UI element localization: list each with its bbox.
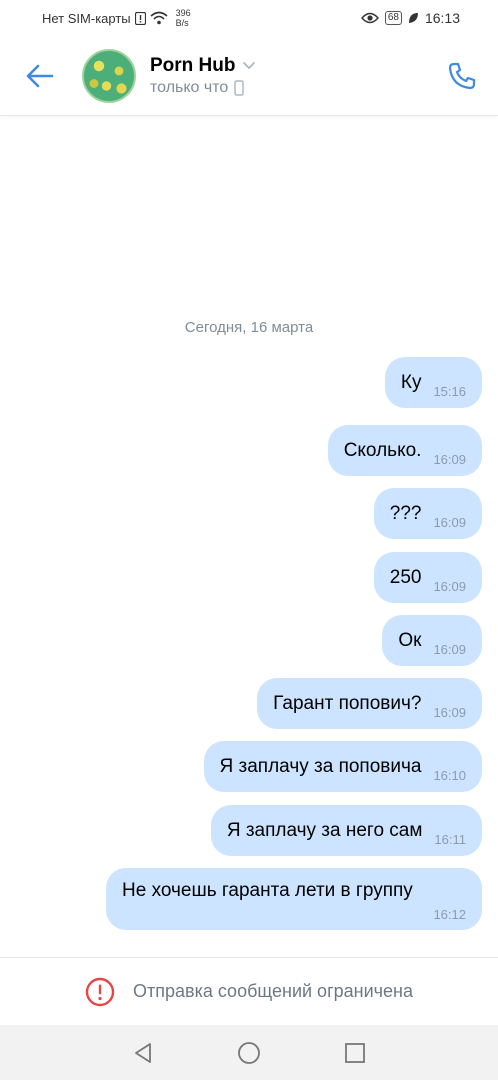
chat-header: Porn Hub только что (0, 36, 498, 116)
message-time: 16:09 (433, 642, 466, 657)
restriction-text: Отправка сообщений ограничена (133, 981, 413, 1001)
chat-title-block[interactable]: Porn Hub только что (150, 55, 256, 97)
message-list[interactable]: Сегодня, 16 марта Ку 15:16 Сколько. 16:0… (0, 117, 498, 957)
status-left: Нет SIM-карты 396 B/s (42, 8, 191, 28)
system-nav-bar (0, 1025, 498, 1080)
wifi-icon (150, 11, 168, 25)
circle-home-icon (238, 1041, 260, 1064)
message-time: 16:12 (433, 907, 466, 922)
message-bubble[interactable]: Не хочешь гаранта лети в группу 16:12 (106, 868, 482, 930)
leaf-icon (408, 13, 418, 23)
message-text: Ок (398, 629, 422, 651)
message-text: Я заплачу за него сам (226, 819, 423, 841)
avatar[interactable] (82, 48, 136, 103)
message-time: 16:09 (433, 705, 466, 720)
message-bubble[interactable]: 250 16:09 (373, 552, 482, 603)
date-separator: Сегодня, 16 марта (184, 319, 314, 336)
message-text: Я заплачу за поповича (219, 755, 422, 777)
message-bubble[interactable]: Я заплачу за поповича 16:10 (203, 741, 482, 792)
message-text: Не хочешь гаранта лети в группу (122, 880, 413, 901)
message-time: 16:09 (433, 579, 466, 594)
eye-comfort-icon (360, 12, 379, 24)
message-text: ??? (389, 502, 422, 524)
status-right: 68 16:13 (360, 10, 460, 26)
message-bubble[interactable]: Ку 15:16 (384, 357, 482, 408)
triangle-back-icon (135, 1042, 151, 1063)
arrow-left-icon (26, 64, 54, 87)
net-speed-value: 396 (175, 8, 191, 18)
message-text: Ку (400, 371, 422, 393)
call-button[interactable] (444, 58, 480, 94)
message-bubble[interactable]: Я заплачу за него сам 16:11 (210, 805, 482, 856)
status-bar: Нет SIM-карты 396 B/s 68 16:13 (0, 0, 498, 36)
net-speed-unit: B/s (175, 18, 189, 28)
last-seen-status: только что (150, 78, 229, 96)
net-speed: 396 B/s (176, 8, 191, 28)
back-button[interactable] (20, 56, 60, 96)
message-time: 15:16 (433, 384, 466, 399)
message-bubble[interactable]: Сколько. 16:09 (327, 425, 482, 476)
chevron-down-icon (242, 62, 255, 70)
message-time: 16:10 (433, 768, 466, 783)
message-time: 16:11 (434, 832, 466, 847)
message-bubble[interactable]: Гарант попович? 16:09 (257, 678, 482, 729)
message-bubble[interactable]: ??? 16:09 (373, 488, 482, 539)
nav-back-button[interactable] (128, 1038, 158, 1068)
message-time: 16:09 (433, 515, 466, 530)
battery-indicator: 68 (384, 11, 402, 25)
message-time: 16:09 (433, 452, 466, 467)
chat-title: Porn Hub (150, 54, 236, 76)
sim-alert-icon (134, 11, 146, 25)
clock: 16:13 (424, 10, 460, 26)
message-text: Гарант попович? (273, 692, 422, 714)
mobile-device-icon (234, 79, 245, 96)
message-bubble[interactable]: Ок 16:09 (382, 615, 482, 666)
exclamation-circle-icon (85, 977, 115, 1006)
message-restriction-bar: Отправка сообщений ограничена (0, 957, 498, 1025)
carrier-text: Нет SIM-карты (42, 10, 131, 26)
message-text: Сколько. (343, 439, 422, 461)
phone-icon (448, 62, 476, 90)
message-text: 250 (389, 566, 422, 588)
nav-home-button[interactable] (234, 1038, 264, 1068)
square-recent-icon (345, 1042, 365, 1063)
nav-recent-button[interactable] (340, 1038, 370, 1068)
